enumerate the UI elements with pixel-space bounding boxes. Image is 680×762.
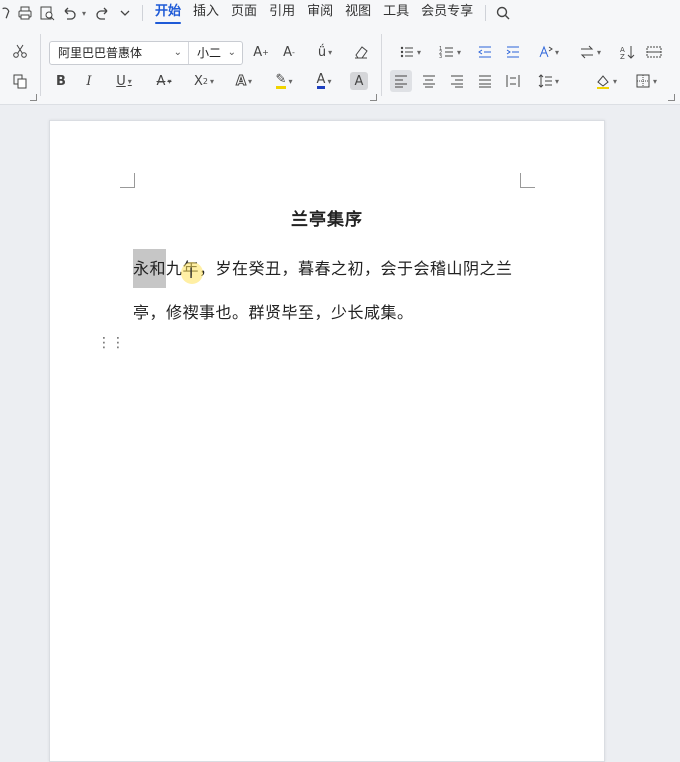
borders-icon[interactable]: ▾ bbox=[630, 70, 662, 92]
align-left-icon[interactable] bbox=[390, 70, 412, 92]
font-name-select[interactable]: 阿里巴巴普惠体 ⌄ bbox=[50, 42, 189, 64]
increase-indent-icon[interactable] bbox=[502, 41, 524, 63]
shrink-font-icon[interactable]: A- bbox=[278, 41, 300, 63]
chevron-down-icon: ⌄ bbox=[173, 47, 182, 58]
font-size-value: 小二 bbox=[197, 46, 222, 60]
decrease-indent-icon[interactable] bbox=[474, 41, 496, 63]
swap-icon[interactable]: ▾ bbox=[574, 41, 606, 63]
divider bbox=[381, 34, 382, 96]
more-chevron-icon[interactable] bbox=[114, 2, 136, 24]
copy-icon[interactable] bbox=[9, 70, 31, 92]
document-page[interactable]: 兰亭集序 永和九年，岁在癸丑，暮春之初，会于会稽山阴之兰 亭，修禊事也。群贤毕至… bbox=[49, 120, 605, 762]
tab-view[interactable]: 视图 bbox=[339, 0, 377, 26]
undo-dropdown-icon[interactable]: ▾ bbox=[82, 9, 86, 18]
svg-text:3: 3 bbox=[439, 54, 442, 60]
tab-review[interactable]: 审阅 bbox=[301, 0, 339, 26]
grow-font-icon[interactable]: A + bbox=[250, 41, 272, 63]
sort-icon[interactable]: AZ bbox=[616, 41, 638, 63]
align-right-icon[interactable] bbox=[446, 70, 468, 92]
font-color-icon[interactable]: A ▾ bbox=[308, 70, 340, 92]
tab-insert[interactable]: 插入 bbox=[187, 0, 225, 26]
char-shading-icon[interactable]: A bbox=[350, 72, 368, 90]
cut-icon[interactable] bbox=[9, 40, 31, 62]
bullet-list-icon[interactable]: ▾ bbox=[394, 41, 426, 63]
font-selector: 阿里巴巴普惠体 ⌄ 小二 ⌄ bbox=[49, 41, 243, 65]
redo-icon[interactable] bbox=[92, 2, 114, 24]
paragraph-shading-icon[interactable]: ▾ bbox=[590, 70, 622, 92]
underline-icon[interactable]: U ▾ bbox=[108, 70, 140, 92]
text-cursor-icon: I bbox=[189, 266, 194, 282]
paragraph-line[interactable]: 亭，修禊事也。群贤毕至，少长咸集。 bbox=[133, 299, 414, 323]
font-name-value: 阿里巴巴普惠体 bbox=[58, 46, 143, 60]
chevron-down-icon: ⌄ bbox=[227, 47, 236, 58]
highlight-icon[interactable]: ✎ ▾ bbox=[268, 70, 300, 92]
paragraph-launcher-icon[interactable] bbox=[668, 94, 675, 101]
tab-tools[interactable]: 工具 bbox=[377, 0, 415, 26]
ribbon-home: 阿里巴巴普惠体 ⌄ 小二 ⌄ A + A- ǘ ▾ B I U ▾ A ▾ X 2 ▾ A ▾… bbox=[0, 26, 680, 105]
italic-icon[interactable]: I bbox=[78, 70, 100, 92]
tab-member[interactable]: 会员专享 bbox=[415, 0, 479, 26]
bold-icon[interactable]: B bbox=[50, 70, 72, 92]
print-preview-icon[interactable] bbox=[36, 2, 58, 24]
strikethrough-icon[interactable]: A ▾ bbox=[148, 70, 180, 92]
text-effect-icon[interactable]: A ▾ bbox=[228, 70, 260, 92]
clear-format-icon[interactable] bbox=[350, 41, 372, 63]
distribute-icon[interactable] bbox=[502, 70, 524, 92]
document-title[interactable]: 兰亭集序 bbox=[50, 205, 604, 230]
margin-corner-mark bbox=[120, 173, 135, 188]
clipboard-launcher-icon[interactable] bbox=[30, 94, 37, 101]
search-icon[interactable] bbox=[492, 2, 514, 24]
justify-icon[interactable] bbox=[474, 70, 496, 92]
print-icon[interactable] bbox=[14, 2, 36, 24]
tab-references[interactable]: 引用 bbox=[263, 0, 301, 26]
line-text: 九年，岁在癸丑，暮春之初，会于会稽山阴之兰 bbox=[166, 259, 513, 278]
divider bbox=[40, 34, 41, 96]
divider bbox=[485, 5, 487, 21]
font-size-select[interactable]: 小二 ⌄ bbox=[189, 42, 242, 64]
phonetic-guide-icon[interactable]: ǘ ▾ bbox=[308, 41, 342, 63]
drag-handle-icon[interactable]: ⋮⋮ bbox=[97, 336, 125, 350]
tab-page[interactable]: 页面 bbox=[225, 0, 263, 26]
divider bbox=[142, 5, 144, 21]
numbered-list-icon[interactable]: 1 2 3 ▾ bbox=[434, 41, 466, 63]
margin-corner-mark bbox=[520, 173, 535, 188]
show-marks-icon[interactable] bbox=[643, 41, 665, 63]
superscript-icon[interactable]: X 2 ▾ bbox=[188, 70, 220, 92]
font-launcher-icon[interactable] bbox=[370, 94, 377, 101]
selected-text[interactable]: 永和 bbox=[133, 249, 167, 288]
format-painter-icon[interactable] bbox=[0, 2, 14, 24]
svg-text:Z: Z bbox=[620, 53, 625, 60]
quick-access-toolbar: ▾ bbox=[0, 0, 136, 26]
align-center-icon[interactable] bbox=[418, 70, 440, 92]
tab-home[interactable]: 开始 bbox=[149, 0, 187, 26]
text-direction-icon[interactable]: ▾ bbox=[532, 41, 564, 63]
line-spacing-icon[interactable]: ▾ bbox=[532, 70, 564, 92]
menu-bar: ▾ 开始 插入 页面 引用 审阅 视图 工具 会员专享 bbox=[0, 0, 680, 26]
undo-icon[interactable] bbox=[58, 2, 80, 24]
